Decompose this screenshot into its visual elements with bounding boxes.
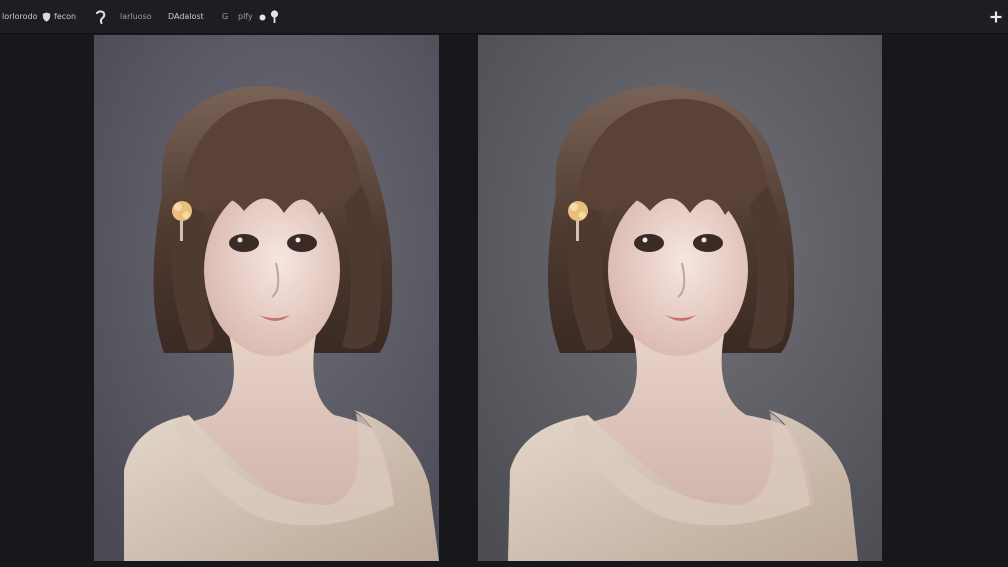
top-toolbar: lorlorodo fecon larluoso DAdalost G plfy bbox=[0, 0, 1008, 34]
portrait-image-left bbox=[94, 35, 439, 561]
toolbar-item-4[interactable]: DAdalost bbox=[168, 10, 204, 24]
plus-icon[interactable] bbox=[990, 11, 1002, 23]
portrait-image-right bbox=[478, 35, 882, 561]
toolbar-item-2[interactable]: fecon bbox=[54, 10, 76, 24]
spiral-icon[interactable] bbox=[94, 10, 106, 24]
toolbar-item-6[interactable]: plfy bbox=[238, 10, 253, 24]
shield-icon[interactable] bbox=[42, 12, 51, 22]
dot-icon[interactable] bbox=[259, 14, 266, 21]
toolbar-item-3[interactable]: larluoso bbox=[120, 10, 152, 24]
toolbar-item-1[interactable]: lorlorodo bbox=[2, 10, 38, 24]
image-panel-right[interactable] bbox=[478, 35, 882, 561]
toolbar-item-5[interactable]: G bbox=[222, 10, 228, 24]
image-compare-app: lorlorodo fecon larluoso DAdalost G plfy bbox=[0, 0, 1008, 567]
pin-icon[interactable] bbox=[270, 10, 279, 24]
image-panel-left[interactable] bbox=[94, 35, 439, 561]
